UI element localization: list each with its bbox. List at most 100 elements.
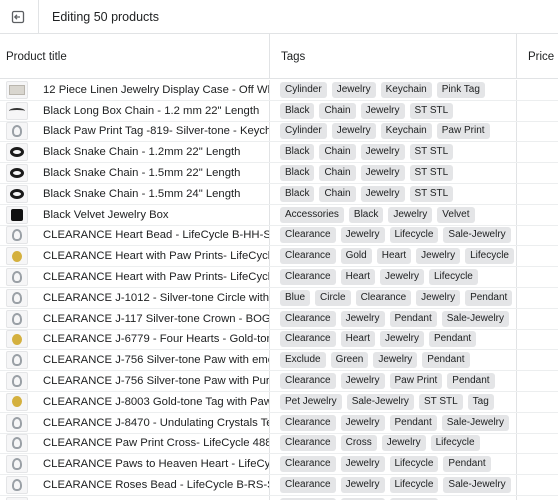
tag-chip[interactable]: Cross [340,435,377,452]
tag-chip[interactable]: Circle [315,289,351,306]
tag-chip[interactable]: Jewelry [360,144,405,161]
price-cell[interactable] [517,122,558,142]
tag-chip[interactable]: Paw Print [389,373,443,390]
tag-chip[interactable]: Black [348,206,384,223]
tags-cell[interactable]: Blue Circle Clearance Jewelry Pendant [270,287,517,308]
tags-cell[interactable]: Cylinder Jewelry Keychain Paw Print [270,121,517,142]
product-title-cell[interactable]: Black Snake Chain - 1.5mm 22" Length [0,163,270,183]
tag-chip[interactable]: Velvet [437,206,475,223]
tag-chip[interactable]: Jewelry [360,102,405,119]
tag-chip[interactable]: Heart [340,331,376,348]
tags-cell[interactable]: Black Chain Jewelry ST STL [270,163,517,183]
tags-cell[interactable]: Black Chain Jewelry ST STL [270,100,517,121]
tags-cell[interactable]: Clearance Jewelry Pendant Sale-Jewelry [270,308,517,329]
tag-chip[interactable]: Exclude [280,352,326,369]
tag-chip[interactable]: Jewelry [373,352,418,369]
tags-cell[interactable]: Clearance Heart Jewelry Pendant [270,329,517,350]
price-cell[interactable] [517,475,558,495]
tag-chip[interactable]: Chain [319,165,356,182]
tag-chip[interactable]: ST STL [409,185,454,202]
price-cell[interactable] [517,142,558,162]
tag-chip[interactable]: Clearance [280,248,336,265]
exit-editor-button[interactable] [4,3,32,31]
product-title-cell[interactable]: CLEARANCE J-8003 Gold-tone Tag with Paw … [0,391,270,412]
tag-chip[interactable]: Pendant [428,331,477,348]
price-cell[interactable] [517,434,558,454]
product-title-cell[interactable]: CLEARANCE J-756 Silver-tone Paw with Pur… [0,371,270,391]
tag-chip[interactable]: Jewelry [360,165,405,182]
tag-chip[interactable]: Chain [319,185,356,202]
price-cell[interactable] [517,413,558,433]
tag-chip[interactable]: Pet Jewelry [280,393,342,410]
price-cell[interactable] [517,226,558,246]
tags-cell[interactable]: Exclude Green Jewelry Pendant [270,350,517,371]
product-title-cell[interactable]: CLEARANCE Heart with Paw Prints- LifeCyc… [0,246,270,267]
tag-chip[interactable]: ST STL [409,102,454,119]
price-cell[interactable] [517,330,558,350]
price-cell[interactable] [517,163,558,183]
tags-cell[interactable]: Clearance Cross Jewelry Lifecycle [270,433,517,454]
tag-chip[interactable]: Pendant [465,289,513,306]
column-header-price[interactable]: Price [517,34,558,79]
tag-chip[interactable]: Heart [340,269,376,286]
tags-cell[interactable]: Black Chain Jewelry ST STL [270,183,517,204]
tag-chip[interactable]: Clearance [280,269,336,286]
tag-chip[interactable]: Blue [280,289,311,306]
product-title-cell[interactable]: CLEARANCE Heart Bead - LifeCycle B-HH-S … [0,225,270,246]
tag-chip[interactable]: Jewelry [331,123,376,140]
tag-chip[interactable]: Jewelry [388,206,433,223]
tag-chip[interactable]: Lifecycle [389,227,439,244]
tag-chip[interactable]: Sale-Jewelry [443,227,511,244]
tags-cell[interactable]: Cylinder Jewelry Keychain Pink Tag [270,80,517,100]
tag-chip[interactable]: Jewelry [340,227,385,244]
product-title-cell[interactable]: CLEARANCE J-8470 - Undulating Crystals T… [0,412,270,433]
tag-chip[interactable]: Jewelry [380,331,424,348]
tag-chip[interactable]: Jewelry [340,456,385,473]
price-cell[interactable] [517,371,558,391]
tag-chip[interactable]: Pendant [389,310,437,327]
tag-chip[interactable]: Chain [319,144,356,161]
tag-chip[interactable]: Pendant [447,373,495,390]
product-title-cell[interactable]: 12 Piece Linen Jewelry Display Case - Of… [0,80,270,100]
tag-chip[interactable]: Lifecycle [465,248,514,265]
product-title-cell[interactable]: CLEARANCE J-117 Silver-tone Crown - BOGA… [0,308,270,329]
tags-cell[interactable]: Clearance Heart Jewelry Lifecycle [270,267,517,287]
tags-cell[interactable]: Clearance Jewelry Lifecycle Sale-Jewelry [270,225,517,246]
tag-chip[interactable]: ST STL [409,144,454,161]
price-cell[interactable] [517,288,558,308]
price-cell[interactable] [517,246,558,266]
tag-chip[interactable]: Lifecycle [389,456,439,473]
price-cell[interactable] [517,184,558,204]
tags-cell[interactable]: Clearance Jewelry Paw Print Pendant [270,371,517,391]
tag-chip[interactable]: Paw Print [436,123,490,140]
product-title-cell[interactable]: Black Paw Print Tag -819- Silver-tone - … [0,121,270,142]
tag-chip[interactable]: Pendant [422,352,470,369]
product-title-cell[interactable]: Black Velvet Jewelry Box [0,204,270,225]
tag-chip[interactable]: Tag [467,393,494,410]
tag-chip[interactable]: Jewelry [331,81,376,98]
price-cell[interactable] [517,80,558,100]
tag-chip[interactable]: Jewelry [340,310,385,327]
column-header-tags[interactable]: Tags [270,34,517,79]
tag-chip[interactable]: Lifecycle [430,435,480,452]
price-cell[interactable] [517,496,558,500]
tag-chip[interactable]: Keychain [380,81,432,98]
tag-chip[interactable]: Clearance [280,435,336,452]
product-title-cell[interactable]: Black Long Box Chain - 1.2 mm 22" Length [0,100,270,121]
price-cell[interactable] [517,309,558,329]
tag-chip[interactable]: ST STL [418,393,463,410]
tag-chip[interactable]: Chain [319,102,356,119]
tag-chip[interactable]: Jewelry [380,269,424,286]
tag-chip[interactable]: Black [280,165,315,182]
product-title-cell[interactable]: CLEARANCE J-1012 - Silver-tone Circle wi… [0,287,270,308]
tags-cell[interactable]: Black Chain Jewelry ST STL [270,142,517,163]
tags-cell[interactable]: Accessories Black Jewelry Velvet [270,204,517,225]
tag-chip[interactable]: Gold [340,248,372,265]
tag-chip[interactable]: Pendant [443,456,491,473]
product-title-cell[interactable]: CLEARANCE Heart with Paw Prints- LifeCyc… [0,267,270,287]
product-title-cell[interactable]: CLEARANCE J-6779 - Four Hearts - Gold-to… [0,329,270,350]
tag-chip[interactable]: Clearance [280,477,336,494]
tag-chip[interactable]: Lifecycle [389,477,439,494]
tags-cell[interactable]: Clearance Jewelry Lifecycle Pendant [270,454,517,475]
tag-chip[interactable]: Heart [376,248,412,265]
